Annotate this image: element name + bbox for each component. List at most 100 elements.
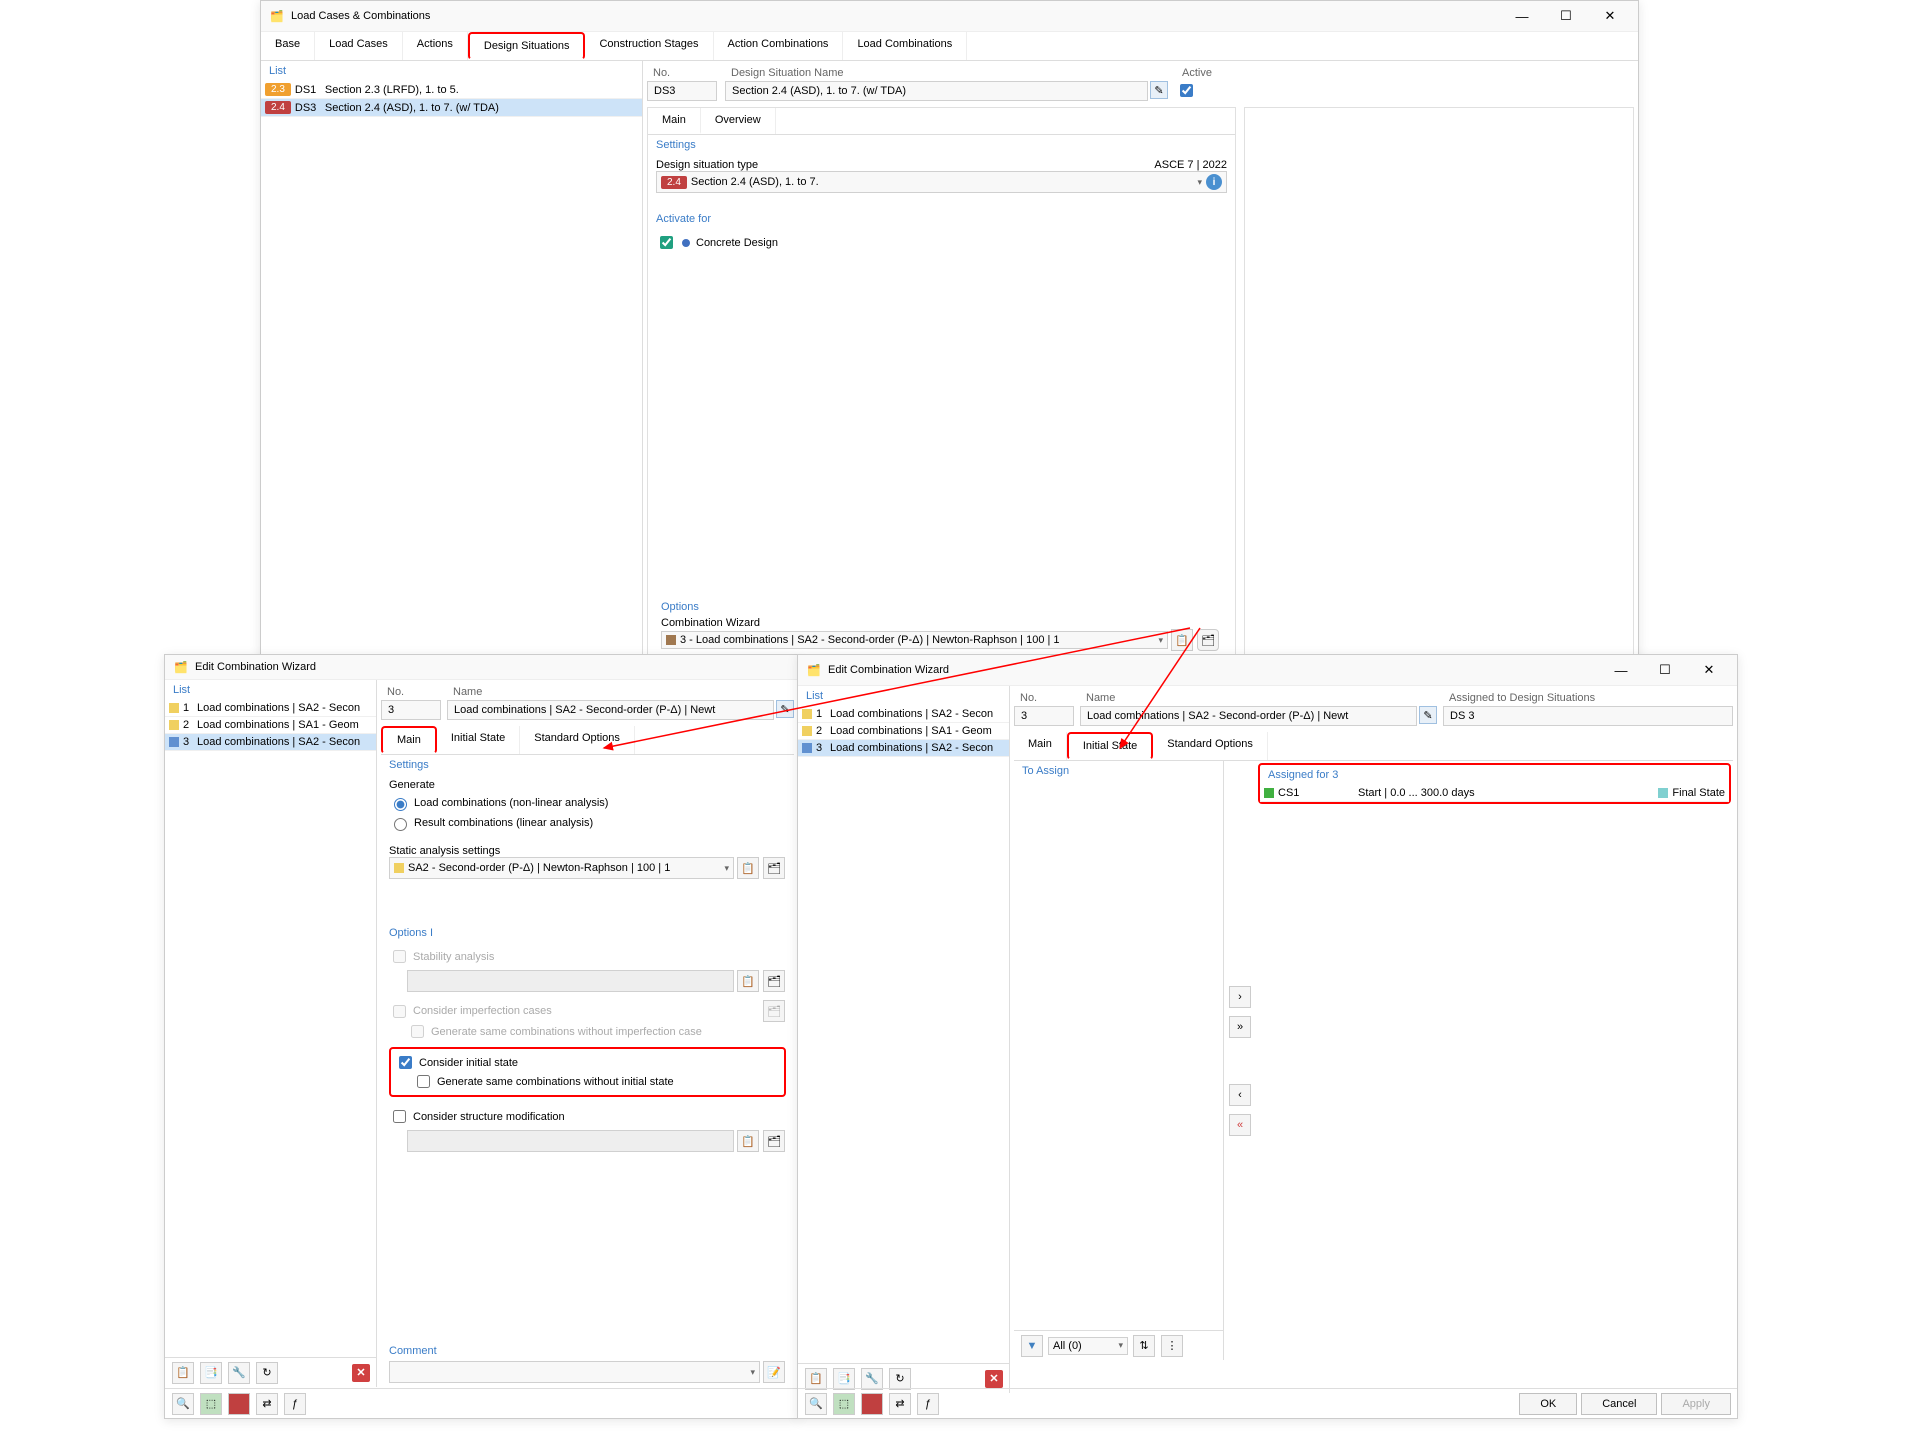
- ok-button[interactable]: OK: [1519, 1393, 1577, 1415]
- tab-construction-stages[interactable]: Construction Stages: [585, 32, 713, 60]
- minimize-button[interactable]: —: [1502, 5, 1542, 27]
- tool-icon[interactable]: 🔧: [861, 1368, 883, 1390]
- minimize-button[interactable]: —: [1601, 659, 1641, 681]
- maximize-button[interactable]: ☐: [1546, 5, 1586, 27]
- search-icon[interactable]: 🔍: [805, 1393, 827, 1415]
- ew1-name-input[interactable]: [447, 700, 774, 720]
- ew1-row-1[interactable]: 1 Load combinations | SA2 - Secon: [165, 700, 376, 717]
- combo-new-icon[interactable]: 📋: [1171, 629, 1193, 651]
- no-input[interactable]: [647, 81, 717, 101]
- new-icon[interactable]: 📋: [805, 1368, 827, 1390]
- ew1-tab-standard[interactable]: Standard Options: [520, 726, 635, 754]
- delete-icon[interactable]: ✕: [985, 1370, 1003, 1388]
- cancel-button[interactable]: Cancel: [1581, 1393, 1657, 1415]
- generate-opt2[interactable]: Result combinations (linear analysis): [389, 815, 786, 831]
- more-icon[interactable]: ⋮: [1161, 1335, 1183, 1357]
- subtab-overview[interactable]: Overview: [701, 108, 776, 134]
- ew2-no-input[interactable]: [1014, 706, 1074, 726]
- move-right-icon[interactable]: ›: [1229, 986, 1251, 1008]
- ew2-row-3[interactable]: 3 Load combinations | SA2 - Secon: [798, 740, 1009, 757]
- struct-mod-row[interactable]: Consider structure modification: [389, 1107, 786, 1126]
- filter-dropdown[interactable]: All (0) ▾: [1048, 1337, 1128, 1355]
- tab-design-situations[interactable]: Design Situations: [468, 32, 586, 60]
- maximize-button[interactable]: ☐: [1645, 659, 1685, 681]
- search-icon[interactable]: 🔍: [172, 1393, 194, 1415]
- assigned-input[interactable]: [1443, 706, 1733, 726]
- close-button[interactable]: ✕: [1689, 659, 1729, 681]
- tab-actions[interactable]: Actions: [403, 32, 468, 60]
- ew2-row-2[interactable]: 2 Load combinations | SA1 - Geom: [798, 723, 1009, 740]
- active-checkbox[interactable]: [1180, 84, 1193, 97]
- move-all-left-icon[interactable]: «: [1229, 1114, 1251, 1136]
- tool-c-icon[interactable]: ⇄: [889, 1393, 911, 1415]
- sort-icon[interactable]: ⇅: [1133, 1335, 1155, 1357]
- tool-a-icon[interactable]: ⬚: [200, 1393, 222, 1415]
- tool-b-icon[interactable]: [861, 1393, 883, 1415]
- edit-icon[interactable]: ✎: [776, 700, 794, 718]
- radio-linear[interactable]: [394, 818, 407, 831]
- tab-action-combinations[interactable]: Action Combinations: [714, 32, 844, 60]
- comment-edit-icon[interactable]: 📝: [763, 1361, 785, 1383]
- apply-button[interactable]: Apply: [1661, 1393, 1731, 1415]
- tool-d-icon[interactable]: ƒ: [917, 1393, 939, 1415]
- ew2-tab-initial[interactable]: Initial State: [1067, 732, 1153, 760]
- design-sit-dropdown[interactable]: 2.4 Section 2.4 (ASD), 1. to 7. ▾ i: [656, 171, 1227, 193]
- concrete-design-checkbox[interactable]: [660, 236, 673, 249]
- ew1-row2-text: Load combinations | SA1 - Geom: [197, 719, 359, 731]
- move-all-right-icon[interactable]: »: [1229, 1016, 1251, 1038]
- subtab-main[interactable]: Main: [648, 108, 701, 134]
- comment-dropdown[interactable]: ▾: [389, 1361, 760, 1383]
- edit-name-icon[interactable]: ✎: [1150, 81, 1168, 99]
- initial-state-sub-row[interactable]: Generate same combinations without initi…: [413, 1072, 780, 1091]
- ew2-name-input[interactable]: [1080, 706, 1417, 726]
- main-title: Load Cases & Combinations: [291, 10, 1502, 22]
- ew2-tab-main[interactable]: Main: [1014, 732, 1067, 760]
- list-row-ds3[interactable]: 2.4 DS3 Section 2.4 (ASD), 1. to 7. (w/ …: [261, 99, 642, 117]
- close-button[interactable]: ✕: [1590, 5, 1630, 27]
- new-icon[interactable]: 📋: [172, 1362, 194, 1384]
- struct-mod-checkbox[interactable]: [393, 1110, 406, 1123]
- ew2-tab-standard[interactable]: Standard Options: [1153, 732, 1268, 760]
- move-left-icon[interactable]: ‹: [1229, 1084, 1251, 1106]
- imperf-edit-icon[interactable]: 🗂: [763, 1000, 785, 1022]
- ew2-row-1[interactable]: 1 Load combinations | SA2 - Secon: [798, 706, 1009, 723]
- generate-opt1[interactable]: Load combinations (non-linear analysis): [389, 795, 786, 811]
- ew1-tab-main[interactable]: Main: [381, 726, 437, 754]
- edit-icon[interactable]: ✎: [1419, 706, 1437, 724]
- no-label: No.: [647, 65, 717, 81]
- name-input[interactable]: [725, 81, 1148, 101]
- combo-wizard-dropdown[interactable]: 3 - Load combinations | SA2 - Second-ord…: [661, 631, 1168, 649]
- tool-b-icon[interactable]: [228, 1393, 250, 1415]
- tool2-icon[interactable]: ↻: [889, 1368, 911, 1390]
- tool-icon[interactable]: 🔧: [228, 1362, 250, 1384]
- new-icon[interactable]: 📋: [737, 857, 759, 879]
- initial-state-sub-checkbox[interactable]: [417, 1075, 430, 1088]
- filter-icon[interactable]: ▼: [1021, 1335, 1043, 1357]
- tool-a-icon[interactable]: ⬚: [833, 1393, 855, 1415]
- ew1-row-3[interactable]: 3 Load combinations | SA2 - Secon: [165, 734, 376, 751]
- settings-header: Settings: [648, 135, 1235, 155]
- tab-load-combinations[interactable]: Load Combinations: [843, 32, 967, 60]
- static-dropdown[interactable]: SA2 - Second-order (P-Δ) | Newton-Raphso…: [389, 857, 734, 879]
- combo-edit-icon[interactable]: 🗂: [1197, 629, 1219, 651]
- ew1-row-2[interactable]: 2 Load combinations | SA1 - Geom: [165, 717, 376, 734]
- tab-base[interactable]: Base: [261, 32, 315, 60]
- info-icon[interactable]: i: [1206, 174, 1222, 190]
- ew1-no-input[interactable]: [381, 700, 441, 720]
- tool-c-icon[interactable]: ⇄: [256, 1393, 278, 1415]
- name-label: Design Situation Name: [725, 65, 1168, 81]
- tool2-icon[interactable]: ↻: [256, 1362, 278, 1384]
- initial-state-row[interactable]: Consider initial state: [395, 1053, 780, 1072]
- tool-d-icon[interactable]: ƒ: [284, 1393, 306, 1415]
- initial-state-checkbox[interactable]: [399, 1056, 412, 1069]
- edit2-icon[interactable]: 🗂: [763, 857, 785, 879]
- radio-nonlinear[interactable]: [394, 798, 407, 811]
- list-row-ds1[interactable]: 2.3 DS1 Section 2.3 (LRFD), 1. to 5.: [261, 81, 642, 99]
- delete-icon[interactable]: ✕: [352, 1364, 370, 1382]
- ew1-tab-initial[interactable]: Initial State: [437, 726, 520, 754]
- assigned-row-cs1[interactable]: CS1 Start | 0.0 ... 300.0 days Final Sta…: [1260, 785, 1729, 802]
- copy-icon[interactable]: 📑: [200, 1362, 222, 1384]
- tab-load-cases[interactable]: Load Cases: [315, 32, 403, 60]
- copy-icon[interactable]: 📑: [833, 1368, 855, 1390]
- imperf-sub-checkbox: [411, 1025, 424, 1038]
